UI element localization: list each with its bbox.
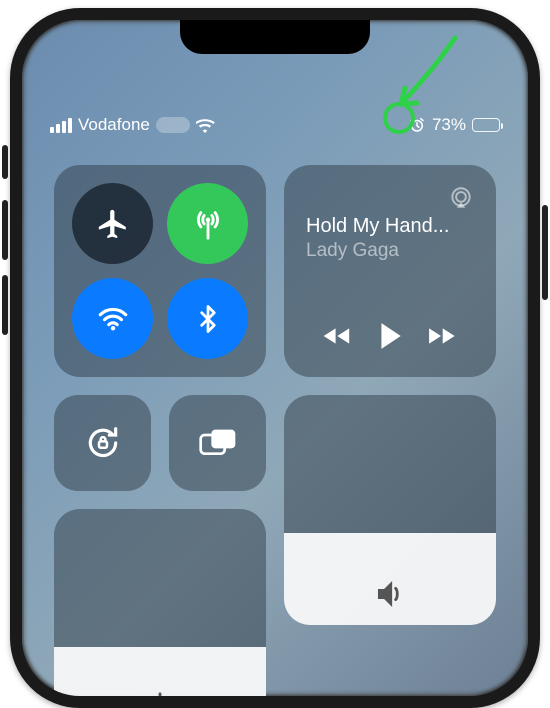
volume-slider[interactable] [284,395,496,625]
screen-mirroring-button[interactable] [169,395,266,491]
iphone-frame: Vodafone 73% [10,8,540,708]
airplay-icon[interactable] [448,185,474,211]
brightness-slider[interactable] [54,509,266,708]
notch [180,20,370,54]
play-icon [376,321,404,351]
rotation-lock-icon [84,424,122,462]
volume-up-button [2,200,8,260]
media-tile[interactable]: Hold My Hand... Lady Gaga [284,165,496,377]
cellular-data-toggle[interactable] [167,183,248,264]
privacy-pill [156,117,190,133]
screen-mirroring-icon [198,426,238,460]
utility-row [54,395,266,491]
wifi-toggle[interactable] [72,278,153,359]
antenna-icon [191,207,225,241]
wifi-status-icon [196,118,216,133]
rewind-button[interactable] [322,324,356,348]
connectivity-tile[interactable] [54,165,266,377]
brightness-icon [143,691,177,708]
carrier-label: Vodafone [78,115,150,135]
orientation-lock-toggle[interactable] [54,395,151,491]
airplane-mode-toggle[interactable] [72,183,153,264]
rewind-icon [322,324,356,348]
wifi-icon [96,302,130,336]
cellular-signal-icon [50,118,72,133]
media-artist: Lady Gaga [306,240,474,262]
silence-switch [2,145,8,179]
side-button [542,205,548,300]
play-button[interactable] [376,321,404,351]
forward-button[interactable] [424,324,458,348]
battery-icon [472,118,500,132]
control-center: Hold My Hand... Lady Gaga [54,165,496,708]
airplane-icon [96,207,130,241]
volume-down-button [2,275,8,335]
media-song-title: Hold My Hand... [306,215,474,238]
bluetooth-toggle[interactable] [167,278,248,359]
battery-percentage: 73% [432,115,466,135]
forward-icon [424,324,458,348]
volume-icon [373,577,407,611]
alarm-icon [408,116,426,134]
status-bar: Vodafone 73% [22,115,528,135]
bluetooth-icon [193,304,223,334]
